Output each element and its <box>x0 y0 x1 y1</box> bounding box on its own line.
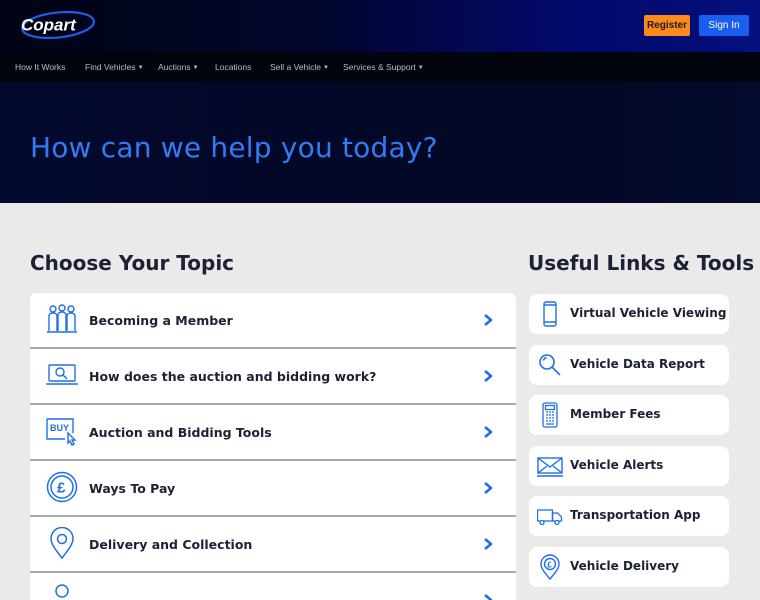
topic-label: How does the auction and bidding work? <box>89 369 377 384</box>
pound-coin-icon: £ <box>46 471 78 503</box>
tool-transportation-app[interactable]: Transportation App <box>529 496 729 536</box>
sign-in-button[interactable]: Sign In <box>699 15 749 36</box>
magnifier-icon <box>539 353 561 376</box>
topic-ways-to-pay[interactable]: £ Ways To Pay <box>30 461 516 517</box>
tool-vehicle-alerts[interactable]: Vehicle Alerts <box>529 445 729 486</box>
tool-label: Vehicle Delivery <box>570 558 679 573</box>
tool-label: Member Fees <box>570 407 661 421</box>
tool-label: Transportation App <box>570 508 701 522</box>
tool-virtual-vehicle-viewing[interactable]: Virtual Vehicle Viewing <box>529 294 729 334</box>
tool-vehicle-data-report[interactable]: Vehicle Data Report <box>529 344 729 385</box>
caret-down-icon: ▼ <box>137 65 144 71</box>
topic-label: Delivery and Collection <box>89 537 253 552</box>
caret-down-icon: ▼ <box>417 65 424 71</box>
svg-text:£: £ <box>547 560 552 569</box>
nav-label: Find Vehicles <box>85 62 136 72</box>
topic-label: Becoming a Member <box>89 313 233 328</box>
chevron-right-icon <box>484 594 493 600</box>
svg-text:£: £ <box>57 480 66 497</box>
tools-list: Virtual Vehicle Viewing Vehicle Data Rep… <box>529 294 729 597</box>
buy-cursor-icon: BUY <box>46 418 77 446</box>
register-button[interactable]: Register <box>644 15 690 36</box>
phone-icon <box>543 301 557 327</box>
chevron-right-icon <box>484 426 493 438</box>
nav-label: Auctions <box>158 62 191 72</box>
tools-title: Useful Links & Tools <box>528 251 755 275</box>
nav-find-vehicles[interactable]: Find Vehicles ▼ <box>85 52 144 82</box>
person-icon <box>55 584 69 598</box>
nav-label: How It Works <box>15 62 66 72</box>
topic-becoming-a-member[interactable]: Becoming a Member <box>30 293 516 349</box>
location-pin-icon <box>50 527 74 559</box>
topic-label: Auction and Bidding Tools <box>89 425 272 440</box>
tool-label: Vehicle Data Report <box>570 356 705 371</box>
nav-services-support[interactable]: Services & Support ▼ <box>343 52 424 82</box>
calculator-icon <box>542 402 558 428</box>
tool-label: Vehicle Alerts <box>570 457 664 472</box>
nav-label: Locations <box>215 62 252 72</box>
topic-delivery-collection[interactable]: Delivery and Collection <box>30 517 516 573</box>
topic-auction-tools[interactable]: BUY Auction and Bidding Tools <box>30 405 516 461</box>
chevron-right-icon <box>484 538 493 550</box>
pound-pin-icon: £ <box>540 553 560 580</box>
main-nav: How It Works Find Vehicles ▼ Auctions ▼ Lo… <box>0 52 760 82</box>
laptop-search-icon <box>46 364 78 385</box>
svg-text:BUY: BUY <box>50 423 69 433</box>
nav-how-it-works[interactable]: How It Works <box>15 52 65 82</box>
tool-member-fees[interactable]: Member Fees <box>529 395 729 435</box>
svg-text:Copart: Copart <box>21 16 77 35</box>
topic-cut-off[interactable] <box>30 573 516 600</box>
hero-title: How can we help you today? <box>30 131 438 164</box>
envelope-icon <box>537 456 563 477</box>
caret-down-icon: ▼ <box>323 65 329 71</box>
copart-logo[interactable]: Copart <box>18 11 96 39</box>
topic-list: Becoming a Member How does the auction a… <box>30 293 516 600</box>
hero-banner: How can we help you today? <box>0 82 760 203</box>
chevron-right-icon <box>484 482 493 494</box>
chevron-right-icon <box>484 314 493 326</box>
nav-label: Sell a Vehicle <box>270 62 322 72</box>
chevron-right-icon <box>484 370 493 382</box>
tool-label: Virtual Vehicle Viewing <box>570 306 727 320</box>
members-icon <box>47 304 77 333</box>
topic-auction-bidding[interactable]: How does the auction and bidding work? <box>30 349 516 405</box>
topic-label: Ways To Pay <box>89 481 176 496</box>
caret-down-icon: ▼ <box>192 65 199 71</box>
nav-auctions[interactable]: Auctions ▼ <box>158 52 199 82</box>
top-bar: Copart Register Sign In <box>0 0 760 52</box>
tool-vehicle-delivery[interactable]: £ Vehicle Delivery <box>529 546 729 587</box>
truck-icon <box>537 509 563 526</box>
nav-label: Services & Support <box>343 62 416 72</box>
nav-locations[interactable]: Locations <box>215 52 251 82</box>
topics-title: Choose Your Topic <box>30 251 235 275</box>
nav-sell-a-vehicle[interactable]: Sell a Vehicle ▼ <box>270 52 329 82</box>
